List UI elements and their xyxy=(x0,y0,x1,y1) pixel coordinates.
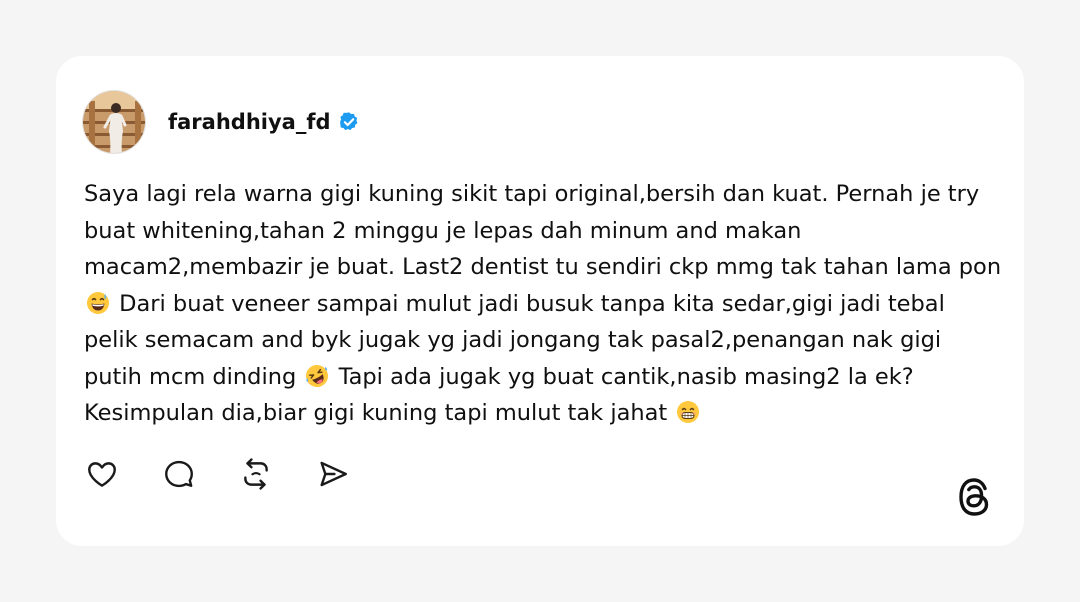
beaming-grin-emoji-icon xyxy=(676,400,700,424)
comment-button[interactable] xyxy=(161,456,197,492)
threads-logo-icon xyxy=(954,474,996,520)
like-button[interactable] xyxy=(84,456,120,492)
post-card: farahdhiya_fd Saya lagi rela warna gigi … xyxy=(56,56,1024,546)
action-bar xyxy=(84,456,392,492)
rolling-on-floor-laughing-emoji-icon xyxy=(305,364,329,388)
post-header: farahdhiya_fd xyxy=(82,89,360,155)
post-text: Saya lagi rela warna gigi kuning sikit t… xyxy=(84,176,1004,432)
verified-badge-icon xyxy=(338,111,360,133)
share-button[interactable] xyxy=(315,456,351,492)
speech-bubble-icon xyxy=(162,457,196,491)
repost-icon xyxy=(239,457,273,491)
send-icon xyxy=(316,457,350,491)
avatar[interactable] xyxy=(82,90,146,154)
grinning-sweat-emoji-icon xyxy=(86,291,110,315)
repost-button[interactable] xyxy=(238,456,274,492)
username[interactable]: farahdhiya_fd xyxy=(168,110,331,134)
heart-icon xyxy=(85,457,119,491)
post-text-part-1: Saya lagi rela warna gigi kuning sikit t… xyxy=(84,181,1002,280)
